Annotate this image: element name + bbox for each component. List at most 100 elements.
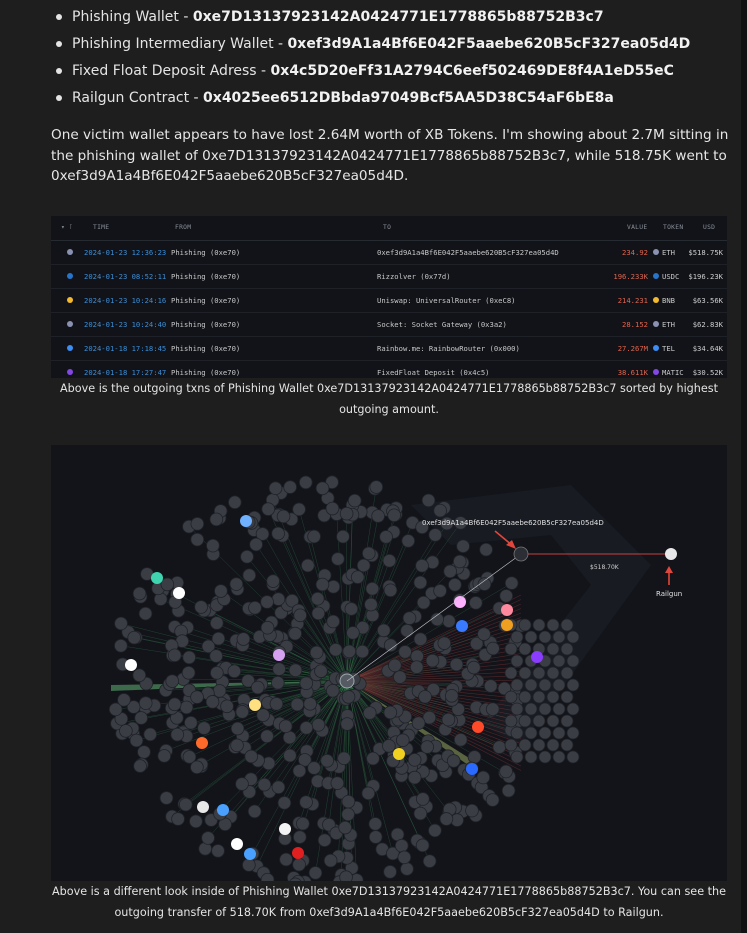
graph-node: [311, 606, 326, 621]
graph-node: [288, 626, 302, 641]
token-dot-icon: [653, 249, 659, 255]
graph-node: [371, 509, 385, 523]
transfer-amount-label: $518.70K: [590, 564, 620, 571]
graph-node: [227, 664, 242, 679]
graph-node: [416, 595, 431, 610]
graph-node: [361, 786, 376, 801]
graph-node: [328, 642, 343, 657]
graph-node: [210, 666, 224, 680]
graph-node: [201, 831, 215, 845]
graph-node: [257, 777, 272, 792]
graph-node: [184, 715, 198, 730]
graph-node: [504, 642, 518, 656]
graph-node: [407, 753, 422, 767]
tx-usd: $518.75K: [688, 248, 723, 257]
graph-node: [469, 596, 483, 610]
graph-node: [339, 506, 354, 521]
graph-node: [279, 852, 293, 867]
graph-node: [538, 630, 552, 644]
graph-node: [138, 606, 153, 621]
tx-from[interactable]: Phishing (0xe70): [171, 368, 240, 377]
token-node: [279, 823, 291, 835]
table-row[interactable]: 2024-01-23 08:52:11 Phishing (0xe70) Rizzo…: [51, 264, 727, 289]
caption-graph: Above is a different look inside of Phis…: [52, 885, 726, 919]
table-row[interactable]: 2024-01-23 10:24:40 Phishing (0xe70) Socke…: [51, 312, 727, 337]
graph-node: [277, 796, 292, 810]
graph-node: [524, 750, 538, 764]
graph-node: [340, 717, 354, 731]
table-row[interactable]: 2024-01-23 12:36:23 Phishing (0xe70) 0xef3…: [51, 240, 727, 265]
graph-node: [244, 749, 259, 764]
address-label: Phishing Intermediary Wallet -: [72, 36, 288, 52]
graph-node: [292, 764, 307, 778]
graph-node: [546, 714, 560, 728]
graph-node: [308, 866, 323, 880]
tx-time[interactable]: 2024-01-23 12:36:23: [84, 248, 166, 257]
graph-node: [398, 645, 412, 659]
tx-to[interactable]: Rainbow.me: RainbowRouter (0x000): [377, 344, 520, 353]
graph-node: [433, 584, 447, 598]
graph-node: [127, 630, 142, 645]
graph-node: [235, 777, 249, 791]
header-to: TO: [383, 224, 392, 231]
graph-node: [119, 724, 133, 738]
tx-to[interactable]: Uniswap: UniversalRouter (0xeC8): [377, 296, 515, 305]
graph-node: [339, 870, 353, 881]
address-item-railgun: Railgun Contract - 0x4025ee6512DBbda9704…: [56, 88, 690, 115]
graph-node: [518, 618, 532, 632]
graph-node: [242, 568, 257, 583]
graph-node: [394, 838, 409, 853]
graph-node: [560, 690, 574, 704]
tx-value: 196.233K: [613, 272, 648, 281]
graph-node: [402, 611, 417, 625]
tx-time[interactable]: 2024-01-23 08:52:11: [84, 272, 166, 281]
graph-node: [448, 577, 462, 592]
address-label: Fixed Float Deposit Adress -: [72, 63, 271, 79]
graph-node: [211, 631, 226, 646]
graph-node: [190, 760, 204, 775]
tx-time[interactable]: 2024-01-23 10:24:16: [84, 296, 166, 305]
graph-node: [268, 481, 283, 496]
tx-from[interactable]: Phishing (0xe70): [171, 272, 240, 281]
address-value: 0x4c5D20eFf31A2794C6eef502469DE8f4A1eD55…: [270, 63, 674, 79]
table-row[interactable]: 2024-01-18 17:27:47 Phishing (0xe70) Fixed…: [51, 360, 727, 378]
tx-to[interactable]: 0xef3d9A1a4Bf6E042F5aaebe620B5cF327ea05d…: [377, 248, 559, 257]
table-row[interactable]: 2024-01-18 17:18:45 Phishing (0xe70) Rainb…: [51, 336, 727, 361]
graph-node: [220, 699, 234, 714]
address-list: Phishing Wallet - 0xe7D13137923142A04247…: [56, 7, 690, 115]
graph-node: [167, 697, 182, 712]
graph-node: [325, 501, 340, 516]
graph-node: [566, 630, 580, 644]
graph-node: [182, 650, 196, 665]
graph-node: [379, 530, 393, 544]
tx-from[interactable]: Phishing (0xe70): [171, 320, 240, 329]
tx-time[interactable]: 2024-01-18 17:18:45: [84, 344, 166, 353]
tx-to[interactable]: Rizzolver (0x77d): [377, 272, 451, 281]
graph-node: [292, 857, 306, 872]
table-row[interactable]: 2024-01-23 10:24:16 Phishing (0xe70) Unisw…: [51, 288, 727, 313]
tx-time[interactable]: 2024-01-18 17:27:47: [84, 368, 166, 377]
graph-node: [311, 718, 326, 732]
graph-node: [546, 666, 560, 680]
graph-node: [486, 641, 500, 656]
graph-node: [299, 721, 314, 735]
tx-from[interactable]: Phishing (0xe70): [171, 248, 240, 257]
tx-to[interactable]: FixedFloat Deposit (0x4c5): [377, 368, 490, 377]
graph-node: [260, 620, 275, 635]
graph-node: [301, 558, 315, 573]
graph-node: [165, 674, 180, 688]
tx-time[interactable]: 2024-01-23 10:24:40: [84, 320, 166, 329]
tx-value: 27.267M: [617, 344, 648, 353]
token-node: [217, 804, 229, 816]
graph-node: [538, 702, 552, 716]
graph-node: [299, 475, 313, 490]
tx-from[interactable]: Phishing (0xe70): [171, 344, 240, 353]
graph-node: [323, 853, 338, 868]
graph-node: [315, 577, 330, 592]
graph-node: [546, 690, 560, 704]
graph-node: [524, 726, 538, 740]
address-item-fixed-float: Fixed Float Deposit Adress - 0x4c5D20eFf…: [56, 61, 690, 88]
tx-to[interactable]: Socket: Socket Gateway (0x3a2): [377, 320, 507, 329]
graph-node: [271, 675, 285, 690]
tx-from[interactable]: Phishing (0xe70): [171, 296, 240, 305]
